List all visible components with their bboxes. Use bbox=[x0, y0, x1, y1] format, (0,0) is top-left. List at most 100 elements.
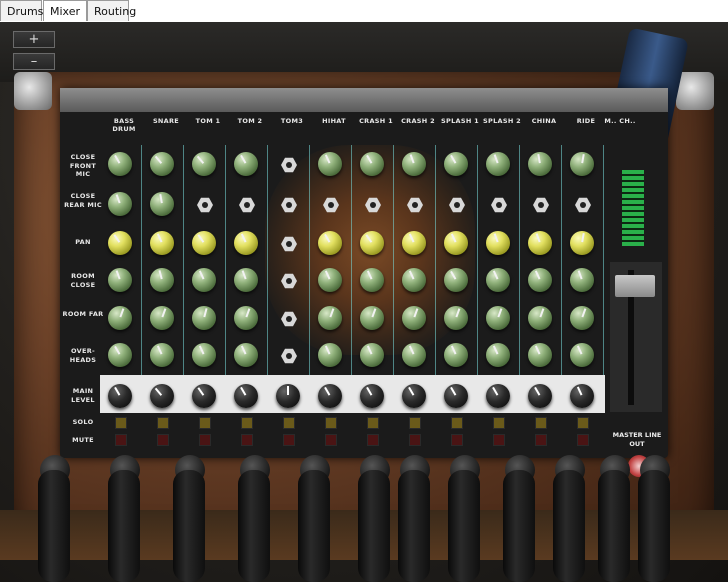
solo-button-crash-1[interactable] bbox=[367, 417, 379, 429]
solo-button-tom-2[interactable] bbox=[241, 417, 253, 429]
knob-main-level-crash-1[interactable] bbox=[360, 384, 384, 408]
knob-close-rear-mic-snare[interactable] bbox=[150, 192, 174, 216]
knob-main-level-splash-1[interactable] bbox=[444, 384, 468, 408]
knob-room-close-snare[interactable] bbox=[150, 268, 174, 292]
channel-header-china: CHINA bbox=[531, 117, 557, 125]
knob-pan-tom-2[interactable] bbox=[234, 231, 258, 255]
mute-button-hihat[interactable] bbox=[325, 434, 337, 446]
solo-button-ride[interactable] bbox=[577, 417, 589, 429]
knob-main-level-china[interactable] bbox=[528, 384, 552, 408]
mute-button-bass-drum[interactable] bbox=[115, 434, 127, 446]
knob-close-front-mic-tom-1[interactable] bbox=[192, 152, 216, 176]
solo-button-splash-1[interactable] bbox=[451, 417, 463, 429]
zoom-out-button[interactable]: – bbox=[13, 53, 55, 70]
knob-overheads-crash-1[interactable] bbox=[360, 343, 384, 367]
mute-button-tom3[interactable] bbox=[283, 434, 295, 446]
knob-room-close-ride[interactable] bbox=[570, 268, 594, 292]
knob-room-close-china[interactable] bbox=[528, 268, 552, 292]
knob-pan-tom-1[interactable] bbox=[192, 231, 216, 255]
knob-overheads-snare[interactable] bbox=[150, 343, 174, 367]
knob-room-close-tom-1[interactable] bbox=[192, 268, 216, 292]
knob-close-front-mic-bass-drum[interactable] bbox=[108, 152, 132, 176]
knob-pan-snare[interactable] bbox=[150, 231, 174, 255]
tab-routing[interactable]: Routing bbox=[87, 0, 136, 21]
knob-close-front-mic-snare[interactable] bbox=[150, 152, 174, 176]
mute-button-crash-2[interactable] bbox=[409, 434, 421, 446]
knob-close-front-mic-hihat[interactable] bbox=[318, 152, 342, 176]
knob-close-front-mic-tom-2[interactable] bbox=[234, 152, 258, 176]
mute-button-snare[interactable] bbox=[157, 434, 169, 446]
knob-room-far-splash-2[interactable] bbox=[486, 306, 510, 330]
knob-room-close-crash-2[interactable] bbox=[402, 268, 426, 292]
solo-button-splash-2[interactable] bbox=[493, 417, 505, 429]
knob-room-far-ride[interactable] bbox=[570, 306, 594, 330]
knob-close-front-mic-crash-2[interactable] bbox=[402, 152, 426, 176]
zoom-in-button[interactable]: + bbox=[13, 31, 55, 48]
mute-button-splash-1[interactable] bbox=[451, 434, 463, 446]
knob-room-close-splash-1[interactable] bbox=[444, 268, 468, 292]
knob-room-far-splash-1[interactable] bbox=[444, 306, 468, 330]
solo-button-bass-drum[interactable] bbox=[115, 417, 127, 429]
knob-overheads-hihat[interactable] bbox=[318, 343, 342, 367]
mute-button-ride[interactable] bbox=[577, 434, 589, 446]
solo-button-crash-2[interactable] bbox=[409, 417, 421, 429]
tab-drums[interactable]: Drums bbox=[0, 0, 43, 21]
knob-close-front-mic-ride[interactable] bbox=[570, 152, 594, 176]
solo-button-tom3[interactable] bbox=[283, 417, 295, 429]
knob-room-close-hihat[interactable] bbox=[318, 268, 342, 292]
knob-pan-splash-1[interactable] bbox=[444, 231, 468, 255]
solo-button-china[interactable] bbox=[535, 417, 547, 429]
tab-mixer[interactable]: Mixer bbox=[43, 0, 87, 21]
knob-room-close-crash-1[interactable] bbox=[360, 268, 384, 292]
knob-room-far-crash-1[interactable] bbox=[360, 306, 384, 330]
knob-close-front-mic-splash-1[interactable] bbox=[444, 152, 468, 176]
mute-button-crash-1[interactable] bbox=[367, 434, 379, 446]
knob-main-level-crash-2[interactable] bbox=[402, 384, 426, 408]
knob-pan-china[interactable] bbox=[528, 231, 552, 255]
solo-button-snare[interactable] bbox=[157, 417, 169, 429]
knob-room-close-splash-2[interactable] bbox=[486, 268, 510, 292]
knob-room-close-bass-drum[interactable] bbox=[108, 268, 132, 292]
knob-main-level-ride[interactable] bbox=[570, 384, 594, 408]
mute-button-tom-2[interactable] bbox=[241, 434, 253, 446]
mute-button-splash-2[interactable] bbox=[493, 434, 505, 446]
knob-room-far-tom-2[interactable] bbox=[234, 306, 258, 330]
solo-button-hihat[interactable] bbox=[325, 417, 337, 429]
knob-close-front-mic-china[interactable] bbox=[528, 152, 552, 176]
solo-button-tom-1[interactable] bbox=[199, 417, 211, 429]
knob-overheads-crash-2[interactable] bbox=[402, 343, 426, 367]
mute-button-china[interactable] bbox=[535, 434, 547, 446]
knob-overheads-splash-2[interactable] bbox=[486, 343, 510, 367]
knob-pan-crash-1[interactable] bbox=[360, 231, 384, 255]
knob-overheads-ride[interactable] bbox=[570, 343, 594, 367]
knob-room-far-china[interactable] bbox=[528, 306, 552, 330]
knob-overheads-bass-drum[interactable] bbox=[108, 343, 132, 367]
mute-button-tom-1[interactable] bbox=[199, 434, 211, 446]
knob-pan-splash-2[interactable] bbox=[486, 231, 510, 255]
knob-room-far-hihat[interactable] bbox=[318, 306, 342, 330]
knob-main-level-snare[interactable] bbox=[150, 384, 174, 408]
knob-overheads-china[interactable] bbox=[528, 343, 552, 367]
knob-overheads-splash-1[interactable] bbox=[444, 343, 468, 367]
knob-room-far-tom-1[interactable] bbox=[192, 306, 216, 330]
knob-main-level-bass-drum[interactable] bbox=[108, 384, 132, 408]
knob-overheads-tom-1[interactable] bbox=[192, 343, 216, 367]
knob-close-rear-mic-bass-drum[interactable] bbox=[108, 192, 132, 216]
knob-pan-bass-drum[interactable] bbox=[108, 231, 132, 255]
knob-main-level-tom3[interactable] bbox=[276, 384, 300, 408]
knob-room-far-crash-2[interactable] bbox=[402, 306, 426, 330]
knob-room-close-tom-2[interactable] bbox=[234, 268, 258, 292]
knob-main-level-tom-1[interactable] bbox=[192, 384, 216, 408]
knob-room-far-snare[interactable] bbox=[150, 306, 174, 330]
knob-close-front-mic-splash-2[interactable] bbox=[486, 152, 510, 176]
knob-close-front-mic-crash-1[interactable] bbox=[360, 152, 384, 176]
knob-main-level-tom-2[interactable] bbox=[234, 384, 258, 408]
knob-pan-ride[interactable] bbox=[570, 231, 594, 255]
knob-main-level-hihat[interactable] bbox=[318, 384, 342, 408]
knob-pan-crash-2[interactable] bbox=[402, 231, 426, 255]
knob-overheads-tom-2[interactable] bbox=[234, 343, 258, 367]
knob-pan-hihat[interactable] bbox=[318, 231, 342, 255]
knob-main-level-splash-2[interactable] bbox=[486, 384, 510, 408]
knob-room-far-bass-drum[interactable] bbox=[108, 306, 132, 330]
master-fader-handle[interactable] bbox=[615, 275, 655, 297]
